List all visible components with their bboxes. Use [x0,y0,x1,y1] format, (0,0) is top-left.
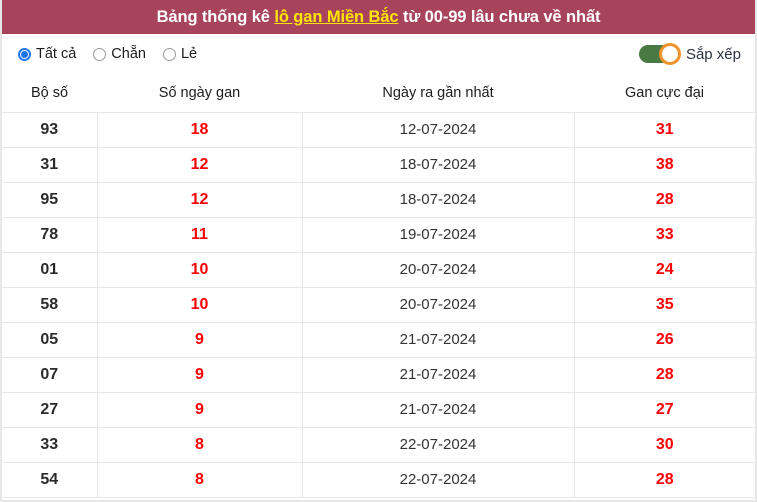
radio-label-chan: Chẵn [111,46,146,62]
table-row[interactable]: 93 18 12-07-2024 31 [2,111,755,148]
table-row[interactable]: 07 9 21-07-2024 28 [2,356,755,393]
table-body: 93 18 12-07-2024 31 31 12 18-07-2024 38 95 12 18-0… [2,111,755,498]
cell-ngay-ra-gan-nhat: 21-07-2024 [302,356,575,393]
toggle-knob-icon [658,43,681,65]
cell-bo-so: 78 [2,216,98,253]
cell-bo-so: 33 [2,426,98,463]
cell-bo-so: 95 [2,181,98,218]
table-row[interactable]: 78 11 19-07-2024 33 [2,216,755,253]
cell-so-ngay-gan: 10 [97,251,303,288]
cell-ngay-ra-gan-nhat: 22-07-2024 [302,426,575,463]
toggle-switch-icon[interactable] [638,43,681,65]
radio-option-le[interactable]: Lẻ [162,46,198,62]
page-title: Bảng thống kê lô gan Miền Bắc từ 00-99 l… [157,8,601,27]
cell-ngay-ra-gan-nhat: 22-07-2024 [302,461,575,498]
page-header-bar: Bảng thống kê lô gan Miền Bắc từ 00-99 l… [2,0,755,34]
lo-gan-stats-table: Bộ số Số ngày gan Ngày ra gần nhất Gan c… [2,74,755,498]
cell-ngay-ra-gan-nhat: 19-07-2024 [302,216,575,253]
cell-so-ngay-gan: 18 [97,111,303,148]
cell-gan-cuc-dai: 24 [574,251,755,288]
radio-icon-le[interactable] [162,47,176,61]
sort-toggle-label: Sắp xếp [685,45,741,63]
cell-gan-cuc-dai: 31 [574,111,755,148]
radio-option-chan[interactable]: Chẵn [93,46,146,62]
cell-ngay-ra-gan-nhat: 18-07-2024 [302,146,575,183]
page-title-suffix: từ 00-99 lâu chưa về nhất [398,7,601,26]
cell-gan-cuc-dai: 28 [574,461,755,498]
table-row[interactable]: 31 12 18-07-2024 38 [2,146,755,183]
radio-label-tat-ca: Tất cả [36,46,77,62]
cell-ngay-ra-gan-nhat: 12-07-2024 [302,111,575,148]
cell-bo-so: 07 [2,356,98,393]
cell-so-ngay-gan: 12 [97,181,303,218]
cell-gan-cuc-dai: 26 [574,321,755,358]
page-title-link[interactable]: lô gan Miền Bắc [274,8,398,26]
table-row[interactable]: 05 9 21-07-2024 26 [2,321,755,358]
cell-so-ngay-gan: 9 [97,321,303,358]
cell-bo-so: 54 [2,461,98,498]
cell-ngay-ra-gan-nhat: 20-07-2024 [302,251,575,288]
cell-gan-cuc-dai: 38 [574,146,755,183]
cell-so-ngay-gan: 12 [97,146,303,183]
table-header: Bộ số Số ngày gan Ngày ra gần nhất Gan c… [2,74,755,113]
table-header-row: Bộ số Số ngày gan Ngày ra gần nhất Gan c… [2,74,755,113]
cell-gan-cuc-dai: 33 [574,216,755,253]
table-row[interactable]: 01 10 20-07-2024 24 [2,251,755,288]
sort-toggle-control[interactable]: Sắp xếp [638,43,741,65]
table-row[interactable]: 58 10 20-07-2024 35 [2,286,755,323]
cell-so-ngay-gan: 10 [97,286,303,323]
cell-bo-so: 27 [2,391,98,428]
cell-so-ngay-gan: 8 [97,426,303,463]
cell-ngay-ra-gan-nhat: 21-07-2024 [302,321,575,358]
filter-toolbar: Tất cả Chẵn Lẻ Sắp xếp [2,34,755,74]
cell-ngay-ra-gan-nhat: 18-07-2024 [302,181,575,218]
table-row[interactable]: 95 12 18-07-2024 28 [2,181,755,218]
radio-label-le: Lẻ [180,46,198,62]
column-header-so-ngay-gan[interactable]: Số ngày gan [97,74,302,113]
cell-bo-so: 93 [2,111,98,148]
cell-gan-cuc-dai: 28 [574,181,755,218]
column-header-bo-so[interactable]: Bộ số [2,74,97,113]
parity-radio-group: Tất cả Chẵn Lẻ [18,46,197,62]
lottery-stats-page: Bảng thống kê lô gan Miền Bắc từ 00-99 l… [0,0,757,502]
cell-so-ngay-gan: 9 [97,356,303,393]
radio-icon-tat-ca[interactable] [18,47,31,61]
cell-so-ngay-gan: 9 [97,391,303,428]
cell-gan-cuc-dai: 35 [574,286,755,323]
radio-option-tat-ca[interactable]: Tất cả [18,46,76,62]
column-header-ngay-ra-gan-nhat[interactable]: Ngày ra gần nhất [302,74,574,113]
cell-ngay-ra-gan-nhat: 20-07-2024 [302,286,575,323]
cell-ngay-ra-gan-nhat: 21-07-2024 [302,391,575,428]
cell-gan-cuc-dai: 30 [574,426,755,463]
table-row[interactable]: 54 8 22-07-2024 28 [2,461,755,498]
stats-table-container: Bộ số Số ngày gan Ngày ra gần nhất Gan c… [2,74,755,498]
cell-bo-so: 58 [2,286,98,323]
column-header-gan-cuc-dai[interactable]: Gan cực đại [574,74,755,113]
cell-bo-so: 01 [2,251,98,288]
page-title-prefix: Bảng thống kê [156,7,275,26]
cell-bo-so: 05 [2,321,98,358]
table-row[interactable]: 27 9 21-07-2024 27 [2,391,755,428]
cell-so-ngay-gan: 8 [97,461,303,498]
cell-gan-cuc-dai: 28 [574,356,755,393]
cell-bo-so: 31 [2,146,98,183]
radio-icon-chan[interactable] [93,47,107,61]
table-row[interactable]: 33 8 22-07-2024 30 [2,426,755,463]
cell-gan-cuc-dai: 27 [574,391,755,428]
cell-so-ngay-gan: 11 [97,216,303,253]
